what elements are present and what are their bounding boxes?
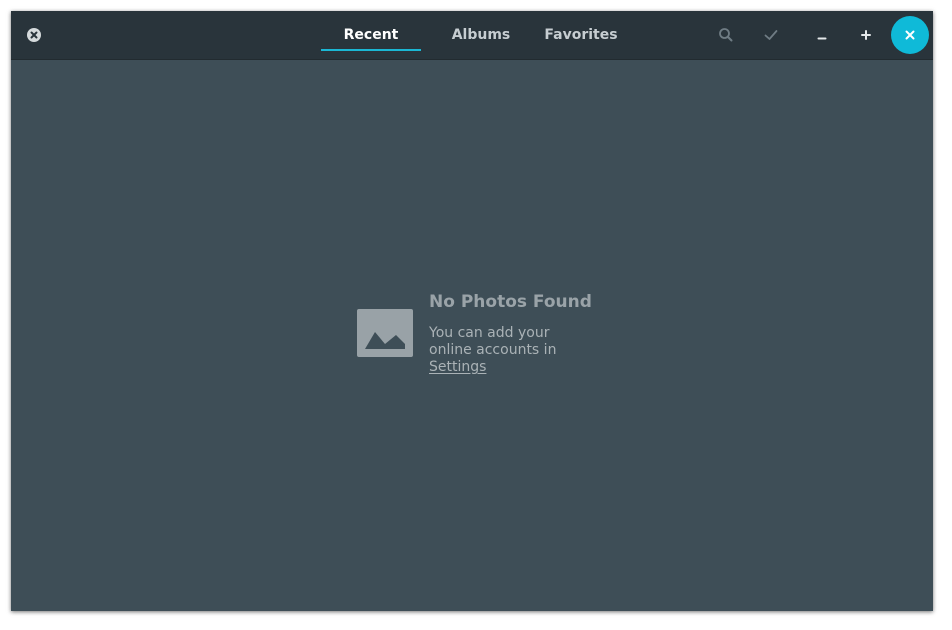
tab-favorites-label: Favorites	[544, 27, 618, 43]
tab-favorites[interactable]: Favorites	[531, 11, 631, 59]
checkmark-icon[interactable]	[761, 25, 781, 45]
settings-link[interactable]: Settings	[429, 359, 589, 376]
tab-albums-label: Albums	[451, 27, 511, 43]
search-icon[interactable]	[716, 25, 736, 45]
empty-state-title: No Photos Found	[429, 292, 592, 312]
close-circle-icon[interactable]	[27, 28, 41, 42]
empty-state-description: You can add your online accounts in Sett…	[429, 325, 589, 376]
minimize-icon[interactable]	[812, 25, 832, 45]
tab-recent[interactable]: Recent	[321, 11, 421, 59]
plus-icon[interactable]	[856, 25, 876, 45]
empty-state: No Photos Found You can add your online …	[357, 291, 617, 391]
empty-state-line-1: You can add your	[429, 325, 550, 341]
header-bar: Recent Albums Favorites	[11, 11, 933, 60]
tab-recent-label: Recent	[343, 27, 399, 43]
tab-albums[interactable]: Albums	[431, 11, 531, 59]
empty-state-line-2: online accounts in	[429, 342, 557, 358]
active-tab-indicator	[321, 49, 421, 51]
close-icon	[905, 30, 915, 40]
close-button[interactable]	[891, 16, 929, 54]
photos-window: Recent Albums Favorites No Photos Found …	[11, 11, 933, 611]
image-placeholder-icon	[357, 309, 413, 357]
